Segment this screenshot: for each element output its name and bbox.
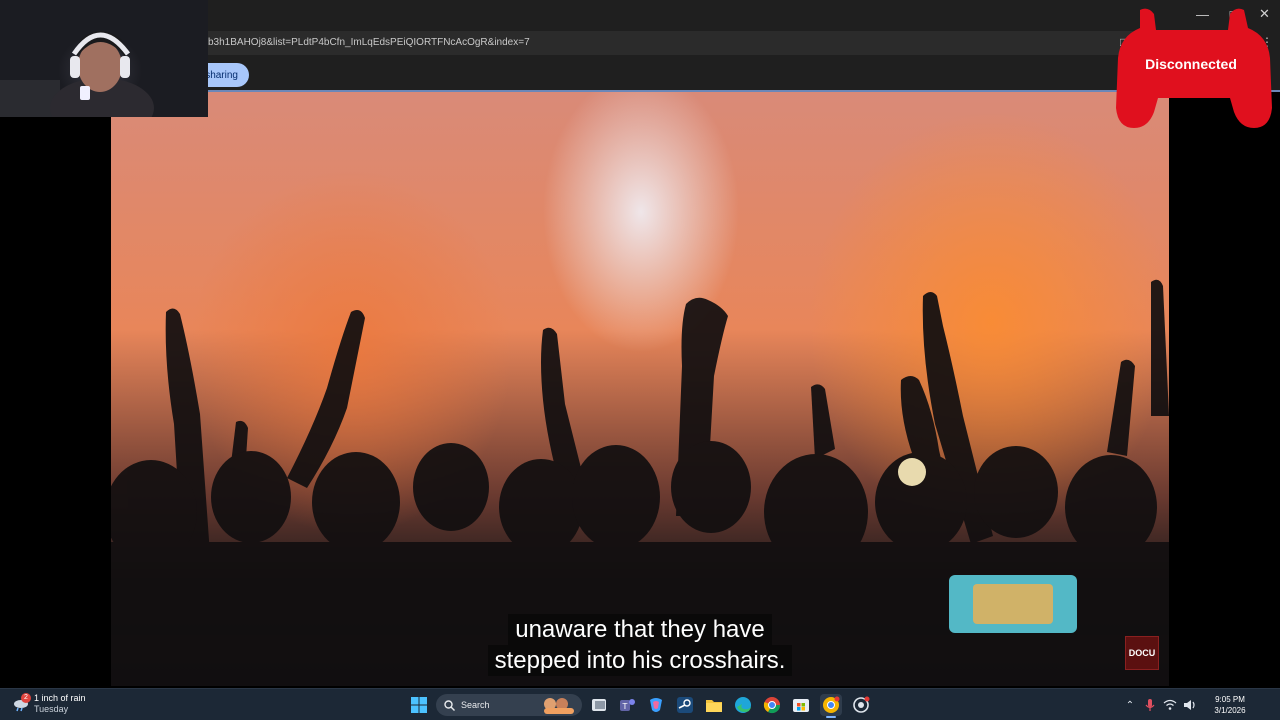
video-player[interactable]: unaware that they have stepped into his … bbox=[111, 92, 1169, 686]
weather-text: 1 inch of rain Tuesday bbox=[34, 693, 86, 715]
weather-badge: 2 bbox=[21, 693, 31, 703]
microphone-icon[interactable] bbox=[1140, 695, 1160, 715]
copilot-icon[interactable] bbox=[645, 694, 667, 716]
subtitle-line-1-container: unaware that they have bbox=[111, 614, 1169, 645]
chrome-icon[interactable] bbox=[761, 694, 783, 716]
page-viewport: unaware that they have stepped into his … bbox=[0, 92, 1280, 688]
subtitle-line-2: stepped into his crosshairs. bbox=[487, 645, 793, 676]
disconnected-label: Disconnected bbox=[1145, 56, 1237, 72]
channel-watermark-logo: DOCU bbox=[1125, 636, 1159, 670]
active-indicator bbox=[826, 716, 836, 718]
svg-text:T: T bbox=[622, 702, 628, 711]
search-icon bbox=[444, 699, 455, 711]
task-view-icon[interactable] bbox=[588, 694, 610, 716]
subtitle-line-1: unaware that they have bbox=[508, 614, 772, 645]
clock-time: 9:05 PM bbox=[1215, 695, 1245, 704]
teams-icon[interactable]: T bbox=[616, 694, 638, 716]
controller-disconnected-overlay: Disconnected bbox=[1110, 8, 1272, 130]
rain-cloud-icon: 2 bbox=[12, 693, 31, 713]
taskbar: 2 1 inch of rain Tuesday Search T ⌃ 9:05… bbox=[0, 688, 1280, 720]
chevron-up-icon[interactable]: ⌃ bbox=[1120, 695, 1140, 715]
watermark-text: DOCU bbox=[1128, 648, 1156, 658]
chrome-dev-icon[interactable] bbox=[850, 694, 872, 716]
start-icon[interactable] bbox=[408, 694, 430, 716]
steam-icon[interactable] bbox=[674, 694, 696, 716]
url-text[interactable]: b3h1BAHOj8&list=PLdtP4bCfn_ImLqEdsPEiQIO… bbox=[208, 37, 530, 48]
clock[interactable]: 9:05 PM 3/1/2026 bbox=[1200, 694, 1260, 716]
weather-subtitle: Tuesday bbox=[34, 704, 69, 714]
subtitle-line-2-container: stepped into his crosshairs. bbox=[111, 645, 1169, 676]
streamer-avatar-image bbox=[0, 31, 154, 117]
clock-date: 3/1/2026 bbox=[1214, 706, 1246, 715]
search-highlight-icon bbox=[544, 698, 574, 714]
store-icon[interactable] bbox=[790, 694, 812, 716]
weather-title: 1 inch of rain bbox=[34, 693, 86, 703]
concert-crowd-image bbox=[111, 279, 1169, 686]
wifi-icon[interactable] bbox=[1160, 695, 1180, 715]
system-tray: ⌃ 9:05 PM 3/1/2026 bbox=[1120, 689, 1280, 720]
search-label: Search bbox=[461, 700, 490, 710]
taskbar-search[interactable]: Search bbox=[436, 694, 582, 716]
sharing-label: sharing bbox=[205, 69, 238, 81]
volume-icon[interactable] bbox=[1180, 695, 1200, 715]
chrome-canary-icon[interactable] bbox=[820, 694, 842, 718]
webcam-overlay bbox=[0, 0, 208, 117]
file-explorer-icon[interactable] bbox=[703, 694, 725, 716]
weather-widget[interactable]: 2 1 inch of rain Tuesday bbox=[12, 693, 86, 715]
edge-icon[interactable] bbox=[732, 694, 754, 716]
